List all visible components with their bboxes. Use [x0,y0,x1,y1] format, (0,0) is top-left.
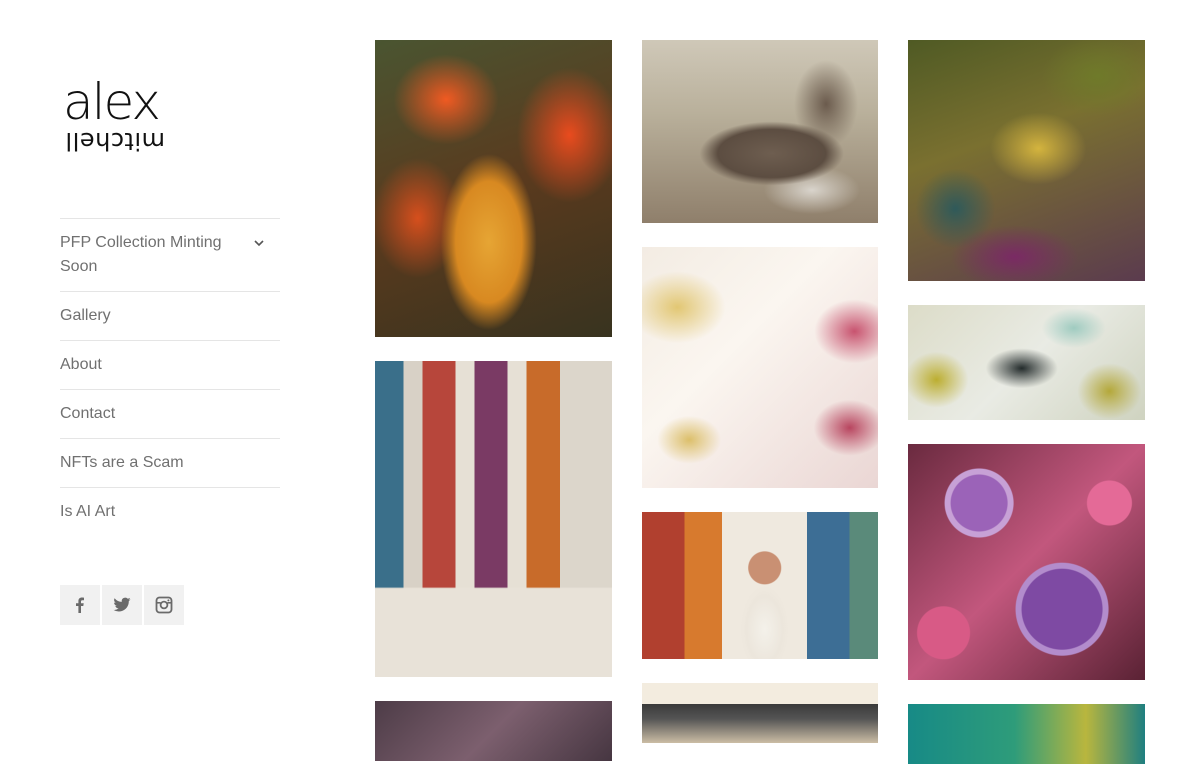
nav-item-pfp-collection[interactable]: PFP Collection Minting Soon [60,219,280,292]
facebook-link[interactable] [60,585,100,625]
nav-item-about[interactable]: About [60,341,280,390]
instagram-icon [155,596,173,614]
site-logo[interactable]: alex mitchell [63,73,173,160]
gallery-item-green-gold-abstract[interactable] [908,40,1145,281]
logo-text-bottom: mitchell [65,127,165,155]
chevron-down-icon[interactable] [254,238,264,248]
gallery-item-purple-texture[interactable] [375,701,612,761]
nav-item-is-ai-art[interactable]: Is AI Art [60,488,280,536]
nav-item-contact[interactable]: Contact [60,390,280,439]
nav-item-label: Gallery [60,307,111,324]
nav-item-nfts-are-a-scam[interactable]: NFTs are a Scam [60,439,280,488]
twitter-icon [113,597,131,612]
gallery-item-purple-swirl-figure[interactable] [908,444,1145,680]
nav-item-label: Contact [60,405,116,422]
gallery-item-studio-paintings[interactable] [375,361,612,677]
instagram-link[interactable] [144,585,184,625]
gallery-item-artist-arms-raised[interactable] [642,512,878,659]
nav-item-gallery[interactable]: Gallery [60,292,280,341]
nav-item-label: NFTs are a Scam [60,454,184,471]
twitter-link[interactable] [102,585,142,625]
facebook-icon [76,597,84,613]
gallery-item-red-hair-figure[interactable] [375,40,612,337]
main-navigation: PFP Collection Minting Soon Gallery Abou… [60,218,280,536]
nav-item-label: PFP Collection Minting Soon [60,234,222,275]
gallery-item-clay-sculpture[interactable] [642,40,878,223]
gallery-item-paint-table[interactable] [642,683,878,743]
social-links [60,585,184,625]
nav-item-label: About [60,356,102,373]
logo-text-top: alex [63,73,161,131]
gallery-item-teal-green-abstract[interactable] [908,704,1145,764]
gallery-item-white-pink-abstract[interactable] [642,247,878,488]
nav-item-label: Is AI Art [60,503,116,520]
gallery-item-yellow-grey-abstract[interactable] [908,305,1145,420]
